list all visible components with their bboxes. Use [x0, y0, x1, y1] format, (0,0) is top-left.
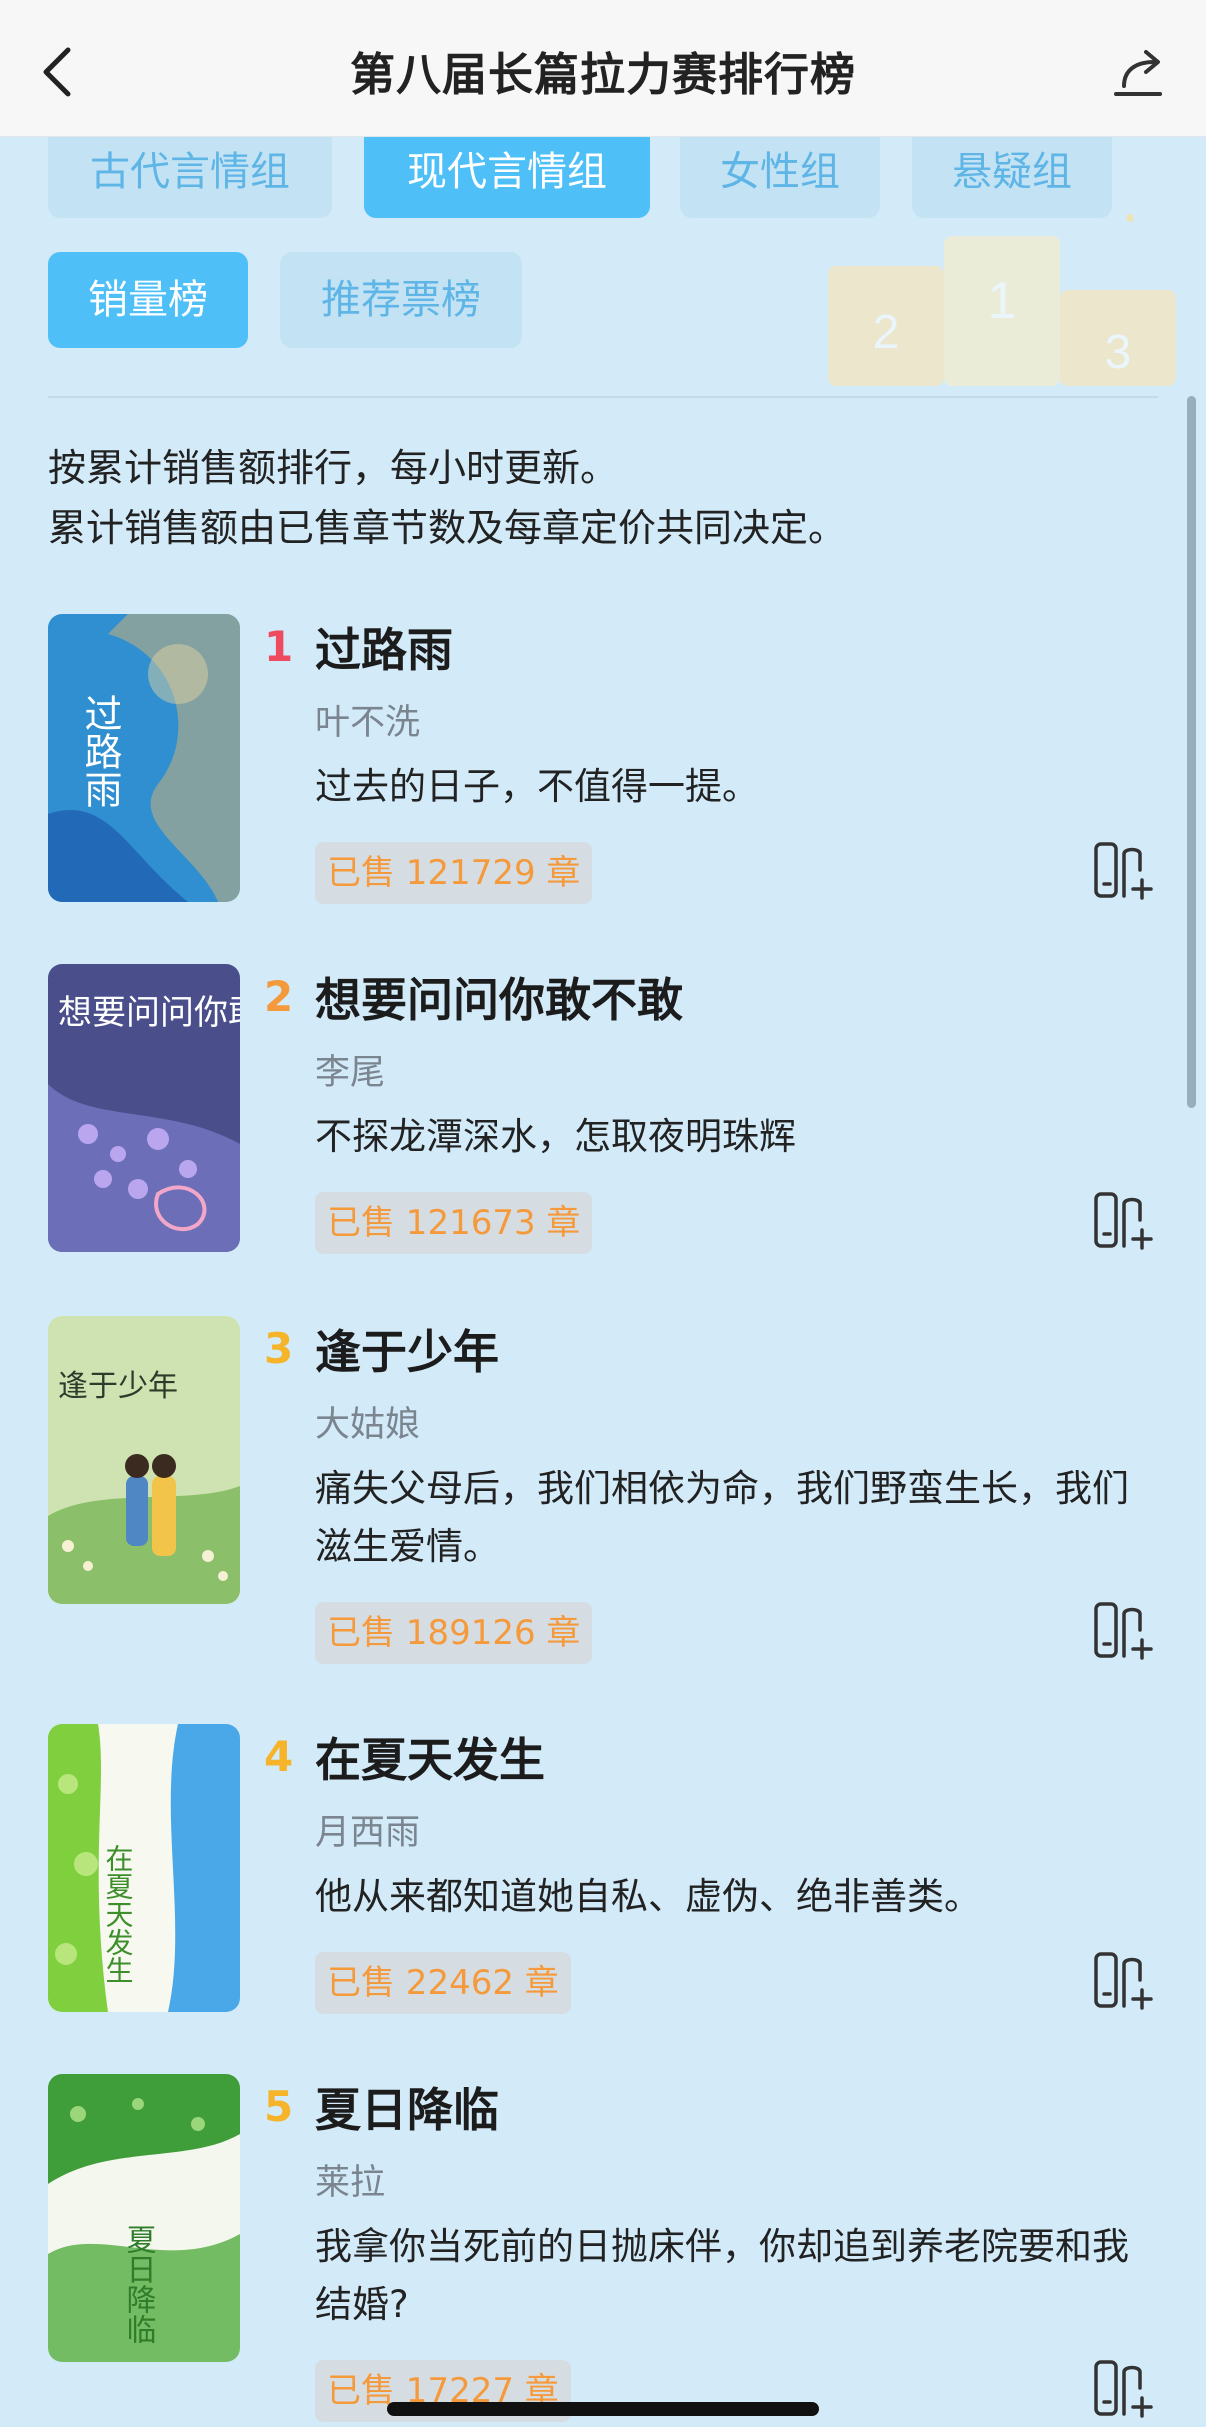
sold-badge: 已售 121673 章 — [315, 1192, 593, 1254]
book-author: 李尾 — [315, 1053, 386, 1093]
tab-category-modern[interactable]: 现代言情组 — [364, 136, 650, 218]
tab-category-female[interactable]: 女性组 — [680, 136, 880, 218]
cover-title: 夏日降临 — [121, 2224, 156, 2344]
book-title[interactable]: 过路雨 — [315, 614, 453, 680]
cover-title: 在夏天发生 — [102, 1844, 135, 1984]
page-title: 第八届长篇拉力赛排行榜 — [349, 48, 856, 101]
cover-title: 逢于少年 — [58, 1369, 178, 1404]
book-summary: 我拿你当死前的日抛床伴，你却追到养老院要和我结婚? — [315, 2225, 1129, 2326]
rank-number: 1 — [264, 622, 294, 671]
sold-badge: 已售 22462 章 — [315, 1952, 571, 2014]
list-item[interactable]: 想要问问你敢不敢 2 想要问问你敢不敢 李尾 不探龙潭深水，怎取夜明珠辉 已售 … — [0, 964, 1206, 1264]
rank-number: 5 — [264, 2082, 294, 2131]
book-cover[interactable]: 夏日降临 — [48, 2074, 240, 2362]
cover-title: 想要问问你敢不敢 — [58, 993, 240, 1033]
share-icon[interactable] — [1110, 44, 1168, 102]
podium-label-3: 3 — [1105, 326, 1132, 379]
add-to-shelf-icon[interactable] — [1092, 1950, 1154, 2012]
book-summary: 他从来都知道她自私、虚伪、绝非善类。 — [315, 1875, 981, 1918]
book-title[interactable]: 在夏天发生 — [315, 1724, 545, 1790]
podium-illustration: 2 1 3 — [828, 214, 1176, 386]
list-item[interactable]: 过路雨 1 过路雨 叶不洗 过去的日子，不值得一提。 已售 121729 章 — [0, 614, 1206, 914]
tab-sales-ranking[interactable]: 销量榜 — [48, 252, 248, 348]
book-summary: 痛失父母后，我们相依为命，我们野蛮生长，我们滋生爱情。 — [315, 1467, 1129, 1568]
add-to-shelf-icon[interactable] — [1092, 2358, 1154, 2420]
add-to-shelf-icon[interactable] — [1092, 1600, 1154, 1662]
scrollbar[interactable] — [1187, 396, 1196, 1108]
book-title[interactable]: 逢于少年 — [315, 1316, 499, 1382]
add-to-shelf-icon[interactable] — [1092, 840, 1154, 902]
book-cover[interactable]: 逢于少年 — [48, 1316, 240, 1604]
ranking-description: 按累计销售额排行，每小时更新。 累计销售额由已售章节数及每章定价共同决定。 — [48, 438, 846, 558]
book-author: 莱拉 — [315, 2163, 386, 2203]
ranking-content[interactable]: 2 1 3 古代言情组 现代言情组 女性组 悬疑组 销量榜 推荐票榜 按累计销售… — [0, 136, 1206, 2427]
sold-badge: 已售 121729 章 — [315, 842, 593, 904]
list-item[interactable]: 夏日降临 5 夏日降临 莱拉 我拿你当死前的日抛床伴，你却追到养老院要和我结婚?… — [0, 2074, 1206, 2427]
list-item[interactable]: 在夏天发生 4 在夏天发生 月西雨 他从来都知道她自私、虚伪、绝非善类。 已售 … — [0, 1724, 1206, 2024]
tab-recommend-votes[interactable]: 推荐票榜 — [280, 252, 522, 348]
book-summary: 不探龙潭深水，怎取夜明珠辉 — [315, 1115, 796, 1158]
book-title[interactable]: 夏日降临 — [315, 2074, 499, 2140]
tab-category-mystery[interactable]: 悬疑组 — [912, 136, 1112, 218]
rank-number: 4 — [264, 1732, 294, 1781]
podium-label-2: 2 — [873, 306, 900, 359]
rank-number: 2 — [264, 972, 294, 1021]
nav-header: 第八届长篇拉力赛排行榜 — [0, 0, 1206, 137]
home-indicator[interactable] — [387, 2402, 819, 2416]
list-item[interactable]: 逢于少年 3 逢于少年 大姑娘 痛失父母后，我们相依为命，我们野蛮生长，我们滋生… — [0, 1316, 1206, 1676]
sold-badge: 已售 189126 章 — [315, 1602, 593, 1664]
description-line-1: 按累计销售额排行，每小时更新。 — [48, 446, 619, 490]
podium-label-1: 1 — [988, 272, 1017, 330]
book-author: 月西雨 — [315, 1813, 421, 1853]
book-author: 大姑娘 — [315, 1405, 421, 1445]
add-to-shelf-icon[interactable] — [1092, 1190, 1154, 1252]
book-summary: 过去的日子，不值得一提。 — [315, 765, 759, 808]
description-line-2: 累计销售额由已售章节数及每章定价共同决定。 — [48, 506, 847, 550]
book-title[interactable]: 想要问问你敢不敢 — [315, 964, 683, 1030]
book-cover[interactable]: 过路雨 — [48, 614, 240, 902]
tab-category-ancient[interactable]: 古代言情组 — [48, 136, 332, 218]
divider — [48, 396, 1158, 398]
book-author: 叶不洗 — [315, 703, 421, 743]
book-cover[interactable]: 想要问问你敢不敢 — [48, 964, 240, 1252]
book-cover[interactable]: 在夏天发生 — [48, 1724, 240, 2012]
rank-number: 3 — [264, 1324, 294, 1373]
cover-title: 过路雨 — [78, 694, 122, 808]
